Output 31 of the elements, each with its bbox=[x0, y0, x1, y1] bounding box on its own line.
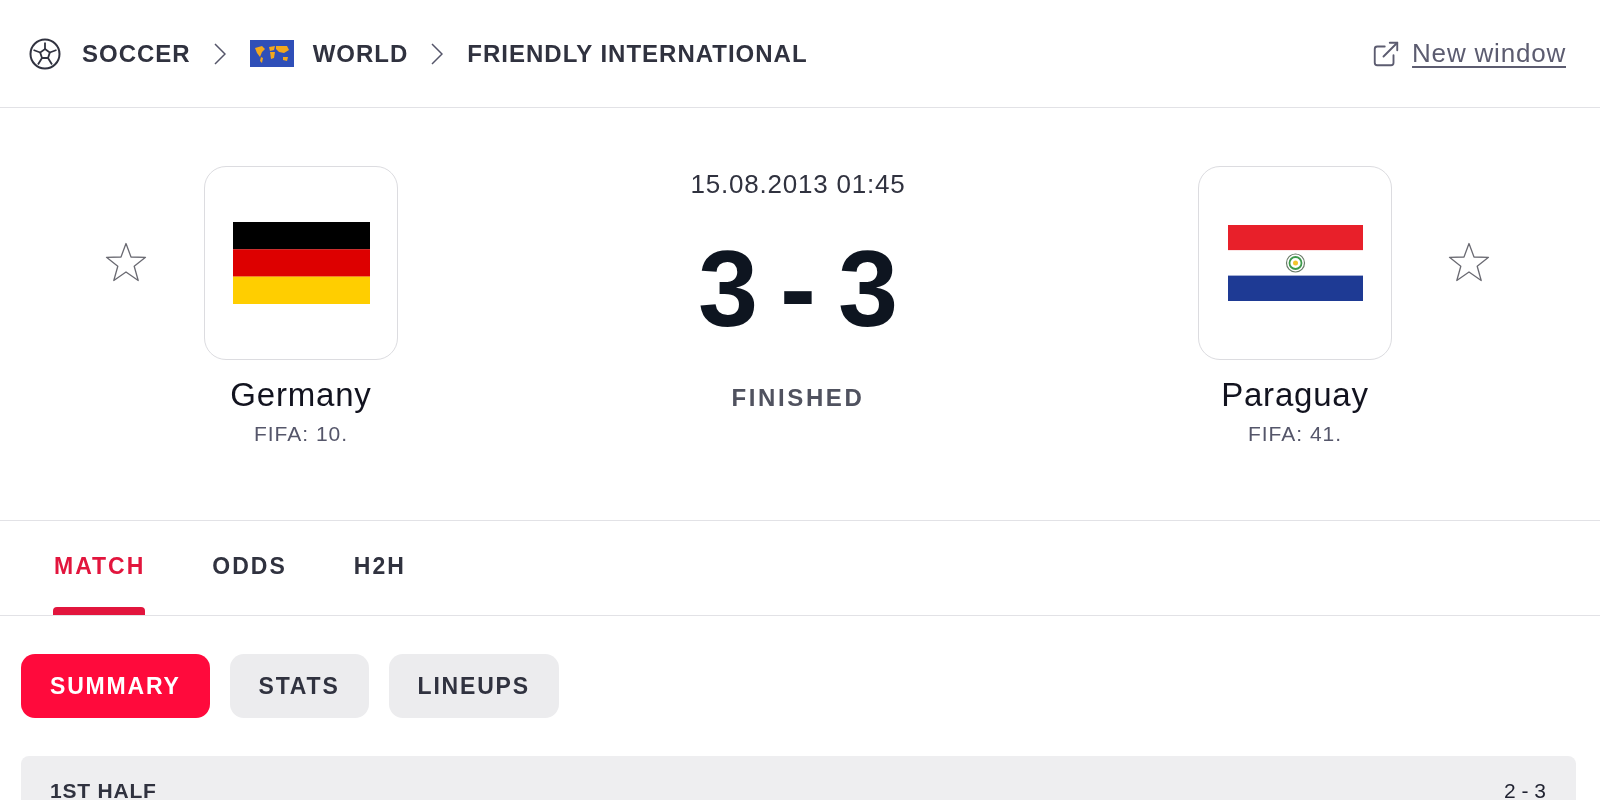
team-logo-card[interactable] bbox=[204, 166, 398, 360]
soccer-ball-icon bbox=[29, 37, 61, 70]
period-score: 2 - 3 bbox=[1503, 780, 1546, 800]
chevron-right-icon bbox=[431, 42, 444, 65]
breadcrumb-link[interactable]: FRIENDLY INTERNATIONAL bbox=[467, 39, 808, 68]
flag-icon bbox=[1227, 225, 1363, 301]
breadcrumb-link[interactable]: SOCCER bbox=[82, 39, 191, 68]
sub-tab[interactable]: SUMMARY bbox=[21, 654, 210, 718]
home-score: 3 bbox=[697, 235, 758, 343]
breadcrumb-link[interactable]: WORLD bbox=[312, 39, 409, 68]
tab[interactable]: H2H bbox=[352, 521, 406, 615]
sub-tab[interactable]: STATS bbox=[229, 654, 369, 718]
match-date-time: 15.08.2013 01:45 bbox=[690, 168, 906, 200]
new-window-link[interactable]: New window bbox=[1412, 38, 1566, 69]
team-name[interactable]: Paraguay bbox=[1221, 376, 1369, 414]
match-status: FINISHED bbox=[731, 383, 865, 413]
score-separator: - bbox=[780, 235, 816, 343]
world-map-flag-icon bbox=[249, 40, 294, 67]
fifa-rank: FIFA: 41. bbox=[1247, 421, 1343, 447]
flag-icon bbox=[232, 222, 370, 304]
sub-tab[interactable]: LINEUPS bbox=[388, 654, 559, 718]
tab[interactable]: MATCH bbox=[53, 521, 146, 615]
tab[interactable]: ODDS bbox=[211, 521, 287, 615]
away-score: 3 bbox=[838, 235, 899, 343]
team-logo-card[interactable] bbox=[1198, 166, 1392, 360]
team-name[interactable]: Germany bbox=[230, 376, 372, 414]
chevron-right-icon bbox=[213, 42, 226, 65]
fifa-rank: FIFA: 10. bbox=[253, 421, 349, 447]
period-label: 1ST HALF bbox=[50, 780, 157, 800]
favorite-star-icon[interactable] bbox=[1448, 242, 1490, 282]
favorite-star-icon[interactable] bbox=[105, 242, 147, 282]
